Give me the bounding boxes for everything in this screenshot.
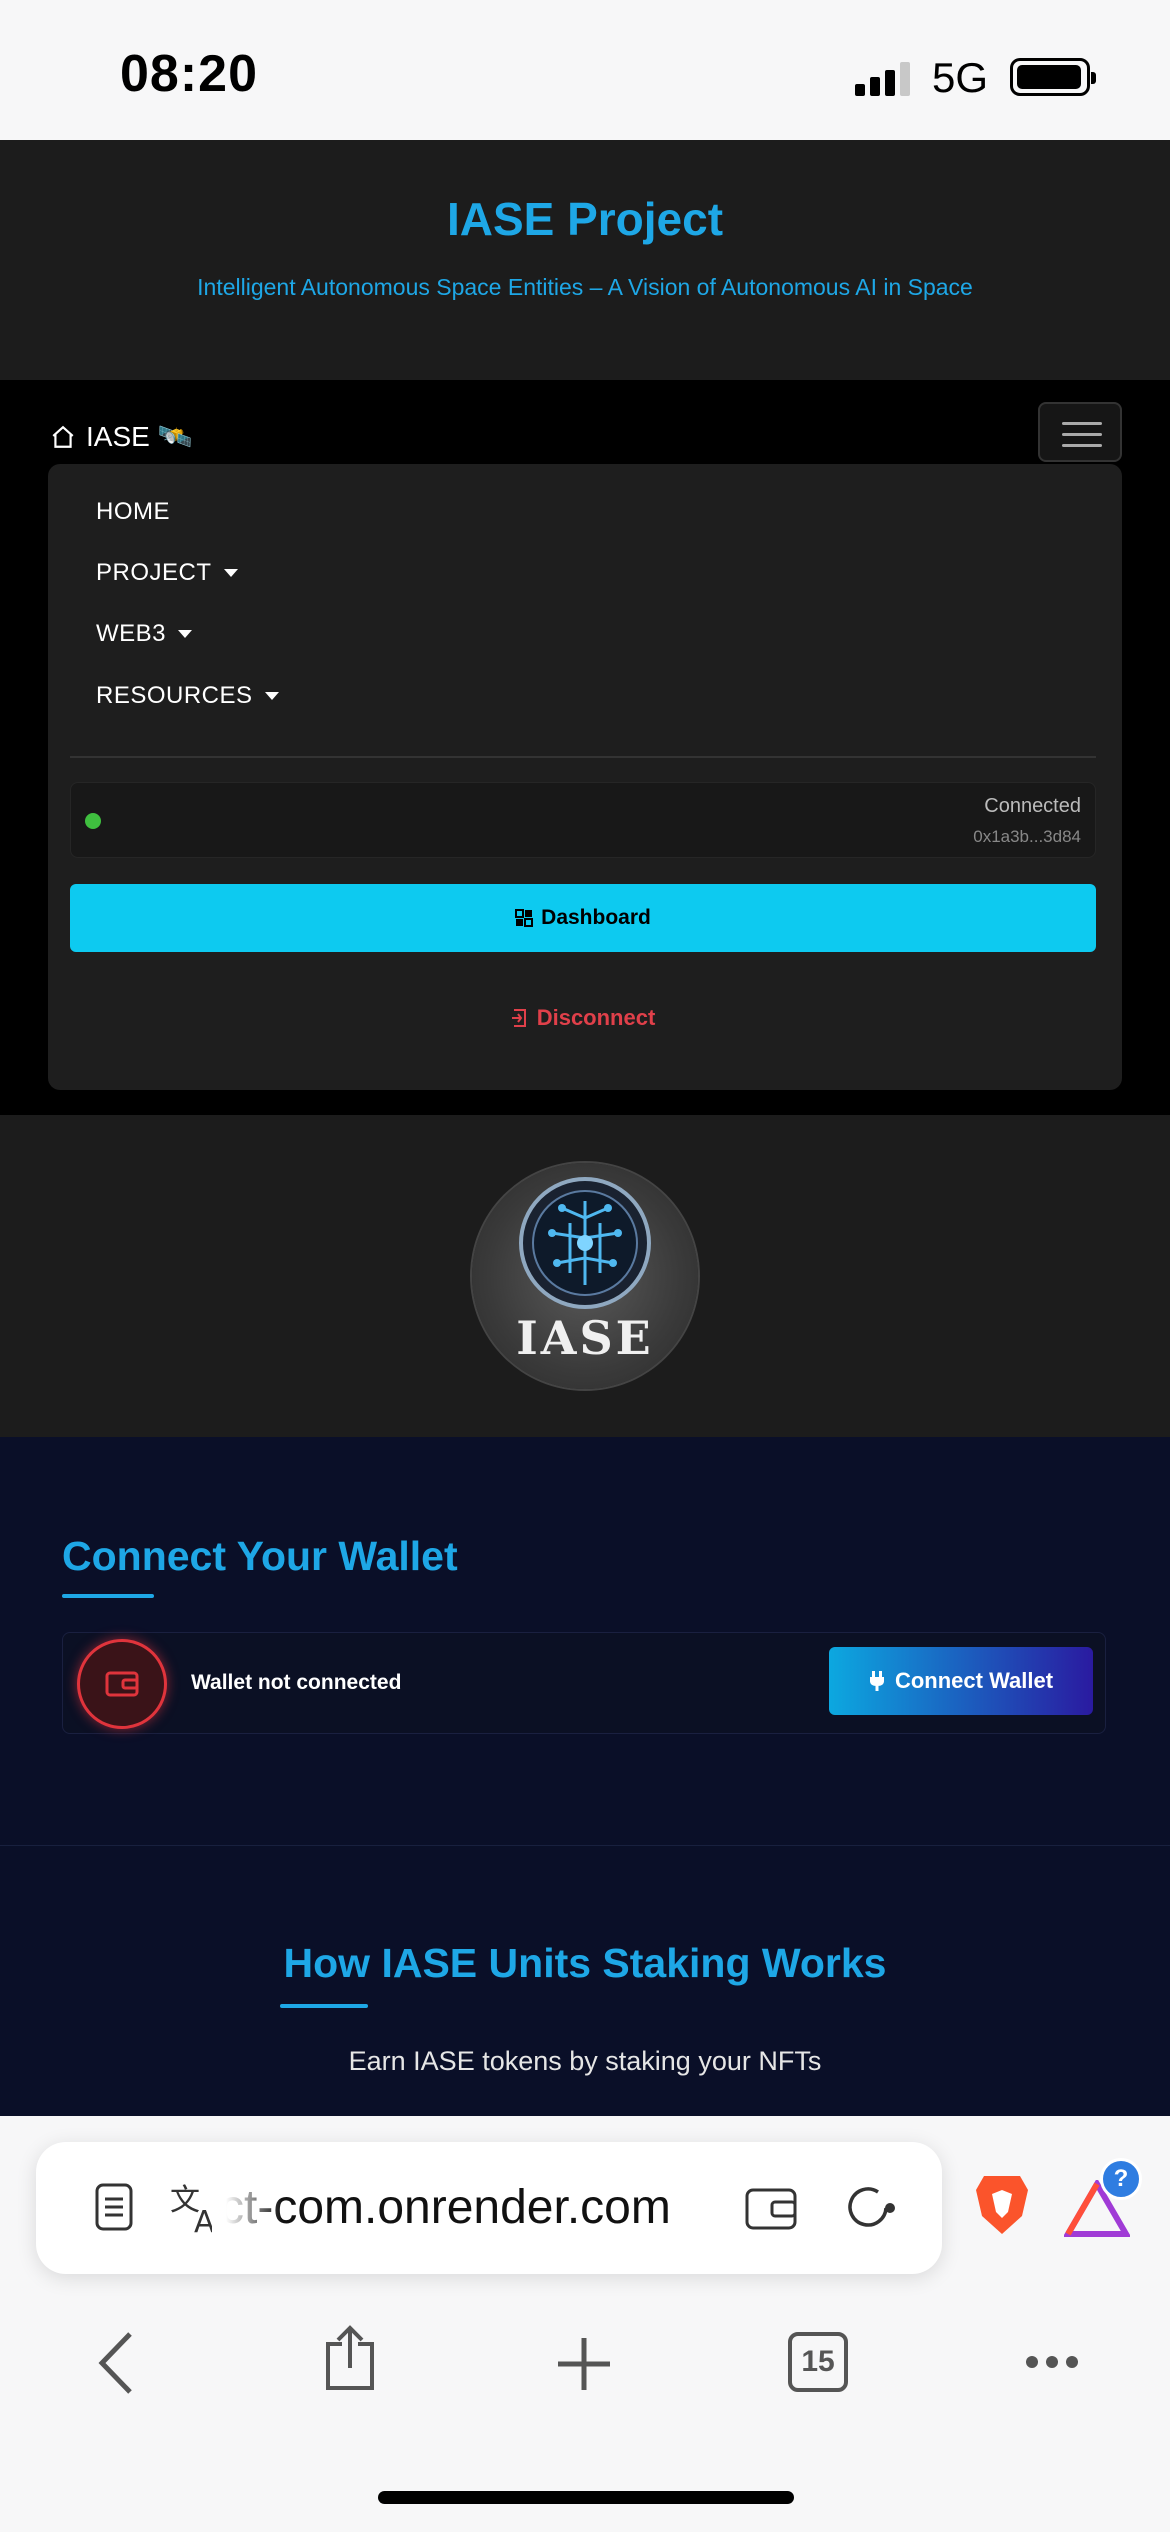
url-fade	[212, 2172, 282, 2242]
share-icon[interactable]	[322, 2324, 378, 2392]
nav-divider	[70, 756, 1096, 758]
wallet-status-card: Wallet not connected Connect Wallet	[62, 1632, 1106, 1734]
nav-item-label: RESOURCES	[96, 682, 253, 709]
wallet-address: 0x1a3b...3d84	[973, 827, 1081, 846]
nav-item-resources[interactable]: RESOURCES	[96, 682, 279, 710]
site-header: IASE Project Intelligent Autonomous Spac…	[0, 140, 1170, 380]
staking-heading: How IASE Units Staking Works	[283, 1940, 887, 1986]
status-bar: 08:20 5G	[0, 0, 1170, 140]
wallet-section: Connect Your Wallet Wallet not connected…	[0, 1437, 1170, 1845]
wallet-icon[interactable]	[744, 2184, 798, 2232]
logo-text: IASE	[516, 1311, 654, 1365]
navbar-toggle-button[interactable]	[1038, 402, 1122, 462]
wallet-heading: Connect Your Wallet	[62, 1533, 458, 1579]
battery-icon	[1010, 58, 1096, 96]
signal-icon	[855, 62, 913, 96]
sign-out-icon	[511, 1009, 526, 1027]
iase-logo: IASE	[472, 1163, 698, 1389]
caret-down-icon	[264, 692, 279, 700]
heading-underline	[280, 2004, 368, 2008]
connect-wallet-button[interactable]: Connect Wallet	[829, 1647, 1093, 1715]
tabs-button[interactable]: 15	[788, 2332, 848, 2392]
brave-lion-icon[interactable]	[972, 2172, 1032, 2238]
page-subtitle: Intelligent Autonomous Space Entities – …	[197, 274, 973, 300]
network-label: 5G	[932, 54, 989, 101]
staking-section: How IASE Units Staking Works Earn IASE t…	[0, 1846, 1170, 2116]
navbar: IASE 🛰️ HOME PROJECT WEB3 RESOURCES Conn…	[0, 380, 1170, 1115]
grid-icon	[515, 909, 534, 927]
reader-icon[interactable]	[94, 2182, 134, 2232]
wallet-status-text: Wallet not connected	[191, 1671, 402, 1694]
home-icon	[52, 425, 74, 448]
dashboard-button[interactable]: Dashboard	[70, 884, 1096, 952]
nav-item-label: WEB3	[96, 620, 167, 647]
notification-badge[interactable]: ?	[1100, 2158, 1142, 2200]
navbar-brand[interactable]: IASE 🛰️	[50, 420, 192, 453]
plug-icon	[869, 1671, 884, 1691]
logo-section: IASE	[0, 1115, 1170, 1437]
nav-item-project[interactable]: PROJECT	[96, 559, 238, 587]
dashboard-label: Dashboard	[541, 906, 651, 929]
caret-down-icon	[223, 569, 238, 577]
home-indicator[interactable]	[378, 2491, 794, 2504]
browser-chrome: 文A ct-com.onrender.com ?	[0, 2116, 1170, 2532]
reload-icon[interactable]	[842, 2180, 898, 2236]
caret-down-icon	[178, 630, 193, 638]
nav-item-label: HOME	[96, 498, 170, 525]
connection-status-box: Connected 0x1a3b...3d84	[70, 782, 1096, 858]
more-icon[interactable]	[1024, 2352, 1080, 2372]
new-tab-icon[interactable]	[556, 2336, 612, 2392]
nav-item-label: PROJECT	[96, 559, 212, 586]
disconnect-button[interactable]: Disconnect	[70, 984, 1096, 1052]
nav-item-web3[interactable]: WEB3	[96, 620, 193, 648]
brand-label: IASE 🛰️	[86, 421, 193, 452]
nav-menu-panel: HOME PROJECT WEB3 RESOURCES Connected 0x…	[48, 464, 1122, 1090]
heading-underline	[62, 1594, 154, 1598]
back-icon[interactable]	[96, 2330, 136, 2396]
nav-item-home[interactable]: HOME	[96, 498, 170, 526]
address-bar[interactable]: 文A ct-com.onrender.com	[36, 2142, 942, 2274]
connection-status: Connected	[984, 795, 1081, 817]
staking-subtitle: Earn IASE tokens by staking your NFTs	[348, 2046, 822, 2076]
connected-dot-icon	[85, 813, 101, 829]
page-title: IASE Project	[446, 193, 724, 245]
wallet-icon	[77, 1639, 167, 1729]
status-time: 08:20	[120, 45, 258, 103]
connect-wallet-label: Connect Wallet	[894, 1668, 1054, 1693]
disconnect-label: Disconnect	[536, 1005, 656, 1030]
url-text: ct-com.onrender.com	[220, 2181, 671, 2234]
